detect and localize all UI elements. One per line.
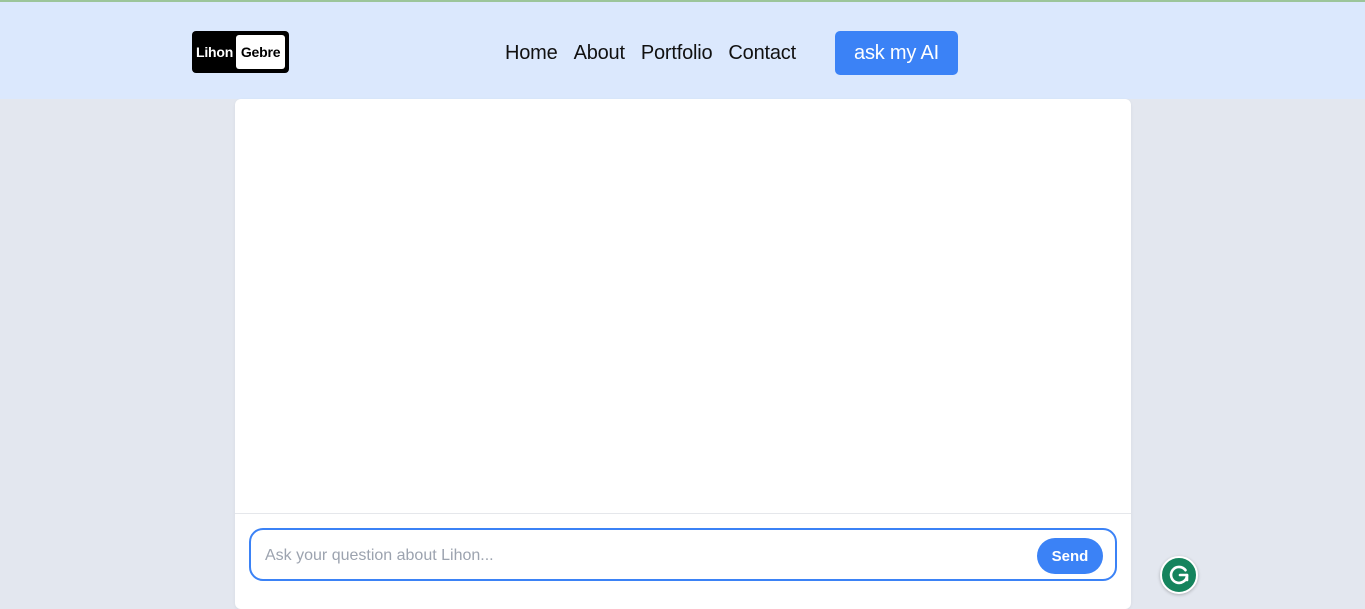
grammarly-icon[interactable]: [1160, 556, 1198, 594]
navbar: Lihon Gebre Home About Portfolio Contact…: [0, 2, 1365, 99]
logo-first-name: Lihon: [196, 44, 234, 60]
chat-divider: [235, 513, 1131, 514]
nav-link-portfolio[interactable]: Portfolio: [641, 42, 713, 65]
send-button[interactable]: Send: [1037, 538, 1103, 574]
chat-panel: Send: [235, 99, 1131, 609]
chat-question-input[interactable]: [263, 530, 1027, 581]
logo-last-name: Gebre: [236, 35, 285, 69]
chat-input-container: Send: [249, 528, 1117, 581]
chat-messages-area[interactable]: [235, 99, 1131, 513]
nav-link-contact[interactable]: Contact: [728, 42, 796, 65]
ask-ai-button[interactable]: ask my AI: [835, 31, 958, 75]
grammarly-g-glyph: [1169, 565, 1189, 585]
nav-link-about[interactable]: About: [574, 42, 625, 65]
site-logo[interactable]: Lihon Gebre: [192, 31, 289, 73]
nav-links: Home About Portfolio Contact: [505, 31, 812, 75]
nav-link-home[interactable]: Home: [505, 42, 558, 65]
